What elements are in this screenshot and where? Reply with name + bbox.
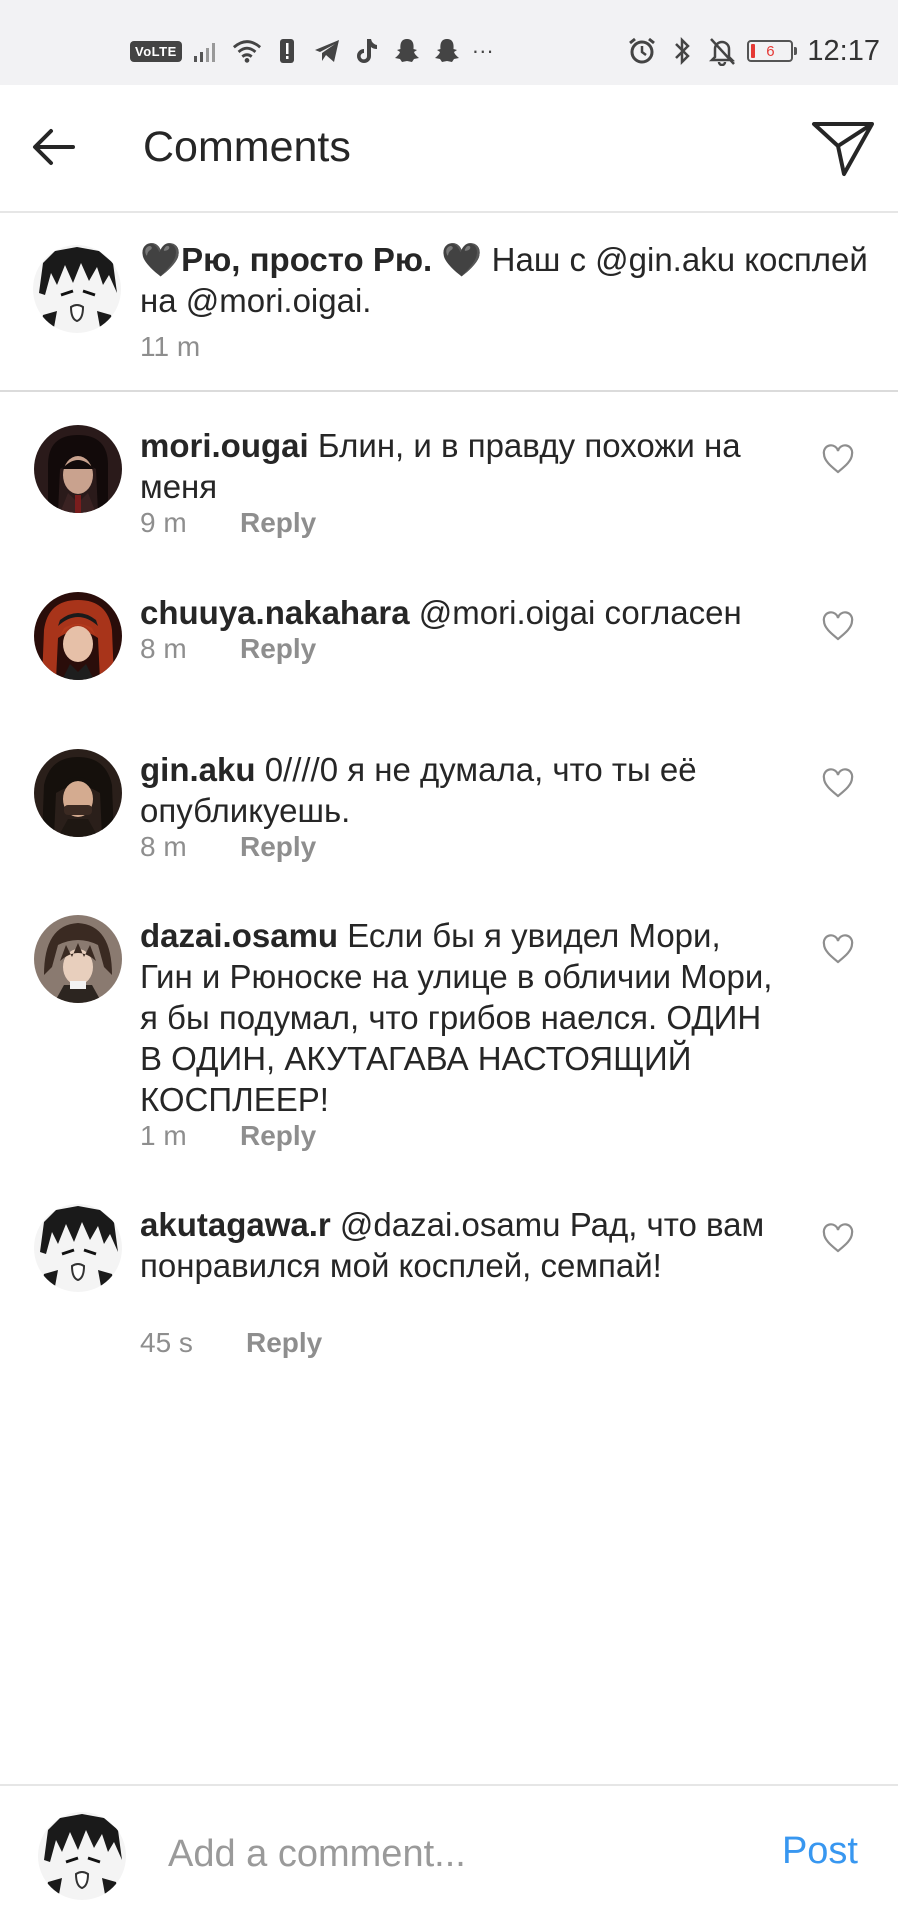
comment-meta: 1 m Reply: [140, 1120, 316, 1152]
comment-timestamp: 8 m: [140, 633, 187, 664]
like-button[interactable]: [818, 763, 858, 803]
signal-icon: [192, 36, 222, 66]
heart-outline-icon: [822, 934, 854, 964]
caption-text: 🖤Рю, просто Рю. 🖤 Наш с @gin.aku косплей…: [140, 239, 890, 321]
avatar[interactable]: [33, 245, 121, 333]
volte-badge: VoLTE: [130, 40, 182, 62]
comment-input[interactable]: [168, 1824, 728, 1884]
comment-username[interactable]: dazai.osamu: [140, 917, 338, 954]
heart-outline-icon: [822, 1223, 854, 1253]
page-title: Comments: [143, 123, 351, 171]
comment-meta: 8 m Reply: [140, 831, 316, 863]
tiktok-icon: [352, 36, 382, 66]
reply-button[interactable]: Reply: [240, 831, 316, 863]
comment-text: akutagawa.r @dazai.osamu Рад, что вам по…: [140, 1204, 780, 1286]
comment-timestamp: 1 m: [140, 1120, 187, 1151]
bluetooth-icon: [667, 36, 697, 66]
avatar[interactable]: [34, 425, 122, 513]
reply-button[interactable]: Reply: [246, 1327, 322, 1359]
caption-timestamp: 11 m: [140, 331, 201, 362]
reply-button[interactable]: Reply: [240, 1120, 316, 1152]
telegram-icon: [312, 36, 342, 66]
comment-meta: 8 m Reply: [140, 633, 316, 665]
black-heart-emoji: 🖤: [140, 241, 182, 278]
post-caption: 🖤Рю, просто Рю. 🖤 Наш с @gin.aku косплей…: [0, 213, 898, 392]
post-button[interactable]: Post: [782, 1830, 858, 1873]
status-right-icons: 6 12:17: [627, 30, 880, 72]
comment-timestamp: 45 s: [140, 1327, 193, 1358]
battery-icon: 6: [747, 40, 798, 62]
back-button[interactable]: [26, 119, 82, 175]
avatar[interactable]: [34, 749, 122, 837]
comment-timestamp: 9 m: [140, 507, 187, 538]
battery-level: 6: [766, 42, 775, 60]
comment-username[interactable]: chuuya.nakahara: [140, 594, 410, 631]
avatar[interactable]: [34, 1204, 122, 1292]
black-heart-emoji: 🖤: [441, 241, 483, 278]
avatar: [38, 1812, 126, 1900]
status-bar: VoLTE ··· 6 12:17: [0, 0, 898, 85]
like-button[interactable]: [818, 1218, 858, 1258]
app-header: Comments: [0, 85, 898, 213]
comment-text: chuuya.nakahara @mori.oigai согласен: [140, 592, 780, 633]
wifi-icon: [232, 36, 262, 66]
arrow-left-icon: [33, 129, 75, 165]
reply-button[interactable]: Reply: [240, 633, 316, 665]
comment-username[interactable]: akutagawa.r: [140, 1206, 331, 1243]
comment-text: dazai.osamu Если бы я увидел Мори, Гин и…: [140, 915, 780, 1120]
more-notifications-icon: ···: [471, 38, 494, 63]
comment-username[interactable]: mori.ougai: [140, 427, 309, 464]
snapchat-icon: [432, 36, 462, 66]
comment-timestamp: 8 m: [140, 831, 187, 862]
status-clock: 12:17: [807, 34, 880, 67]
alert-icon: [272, 36, 302, 66]
alarm-icon: [627, 36, 657, 66]
heart-outline-icon: [822, 444, 854, 474]
status-left-icons: VoLTE ···: [130, 30, 494, 72]
like-button[interactable]: [818, 929, 858, 969]
snapchat-icon: [392, 36, 422, 66]
comment-body: @mori.oigai согласен: [409, 594, 742, 631]
comment-username[interactable]: gin.aku: [140, 751, 256, 788]
avatar[interactable]: [34, 915, 122, 1003]
battery-fill: [751, 44, 756, 58]
comment-meta: 45 s Reply: [140, 1327, 322, 1359]
comment-text: mori.ougai Блин, и в правду похожи на ме…: [140, 425, 780, 507]
paper-plane-icon: [812, 122, 874, 176]
heart-outline-icon: [822, 611, 854, 641]
comment-composer: Post: [0, 1784, 898, 1922]
heart-outline-icon: [822, 768, 854, 798]
like-button[interactable]: [818, 439, 858, 479]
reply-button[interactable]: Reply: [240, 507, 316, 539]
comment-meta: 9 m Reply: [140, 507, 316, 539]
comment-text: gin.aku 0////0 я не думала, что ты её оп…: [140, 749, 780, 831]
share-button[interactable]: [808, 115, 878, 181]
avatar[interactable]: [34, 592, 122, 680]
mute-icon: [707, 36, 737, 66]
caption-username[interactable]: Рю, просто Рю.: [181, 241, 432, 278]
like-button[interactable]: [818, 606, 858, 646]
